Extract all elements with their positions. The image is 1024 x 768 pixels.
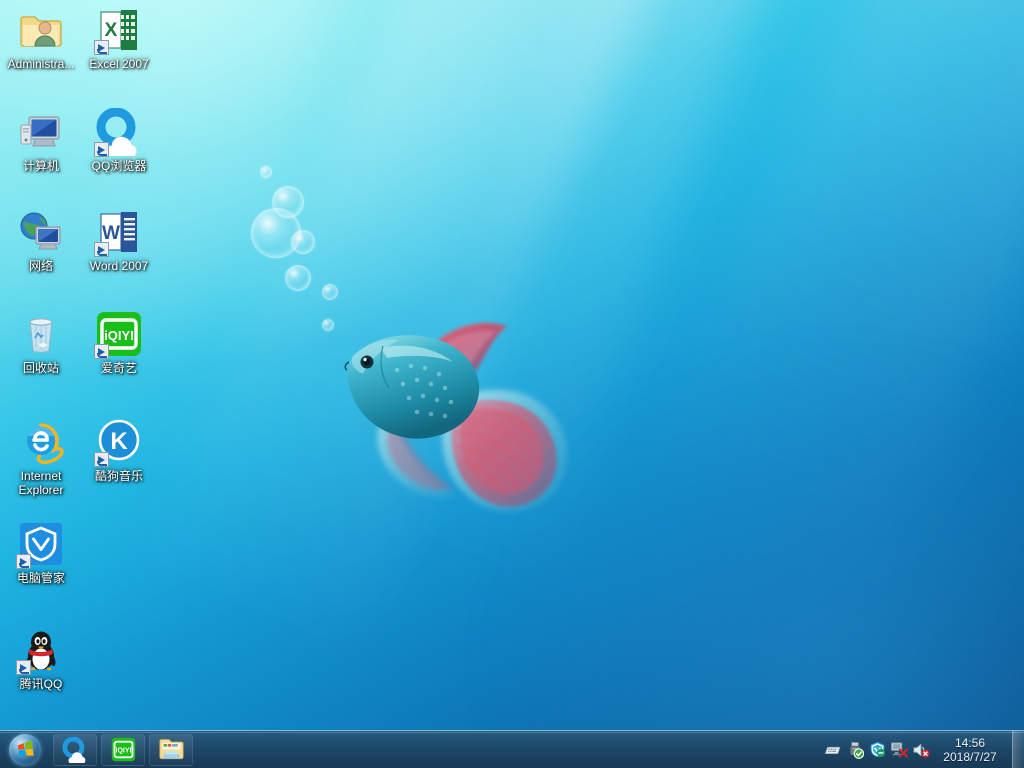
speaker-muted-icon (913, 743, 930, 758)
network-icon (17, 208, 65, 256)
iqiyi-icon: iQIYI (111, 737, 135, 762)
svg-text:X: X (105, 20, 118, 41)
system-tray[interactable]: 14:56 2018/7/27 (822, 730, 1024, 768)
betta-fish-illustration (344, 322, 568, 512)
water-bubble (285, 265, 311, 291)
desktop-icon-pcmanager[interactable]: 电脑管家 (2, 520, 80, 585)
pc-manager-icon (16, 520, 65, 569)
desktop-icon-recyclebin[interactable]: 回收站 (2, 310, 80, 375)
desktop-icon-label: 计算机 (22, 159, 59, 173)
water-bubble (260, 166, 272, 178)
network-disconnected-icon (890, 742, 908, 758)
water-bubble (291, 230, 315, 254)
shortcut-overlay-icon (94, 40, 109, 55)
desktop-icon-excel2007[interactable]: X Excel 2007 (80, 6, 158, 71)
word-icon: W (94, 208, 143, 257)
recycle-bin-icon (17, 310, 65, 358)
desktop-icon-computer[interactable]: 计算机 (2, 108, 80, 173)
user-folder-icon (17, 6, 65, 54)
computer-icon (17, 108, 65, 156)
taskbar-item-explorer[interactable] (149, 733, 193, 766)
svg-text:iQIYI: iQIYI (115, 748, 131, 755)
water-bubble (322, 319, 334, 331)
shield-icon (870, 741, 885, 758)
qq-browser-icon (62, 736, 86, 763)
desktop-icon-administrator[interactable]: Administra... (2, 6, 80, 71)
desktop-icon-iqiyi[interactable]: iQIYI 爱奇艺 (80, 310, 158, 375)
desktop-icon-label: 电脑管家 (16, 571, 65, 585)
windows-start-orb-icon (9, 733, 41, 766)
tray-pc-manager[interactable] (866, 738, 888, 762)
desktop-icon-ie[interactable]: Internet Explorer (2, 418, 80, 497)
internet-explorer-icon (17, 418, 65, 466)
usb-safely-remove-icon (849, 741, 864, 759)
taskbar-item-qqbrowser[interactable] (53, 733, 97, 766)
taskbar-clock[interactable]: 14:56 2018/7/27 (932, 736, 1008, 764)
desktop-icon-label: 腾讯QQ (19, 677, 63, 691)
desktop-icon-network[interactable]: 网络 (2, 208, 80, 273)
qq-browser-icon (94, 107, 143, 158)
desktop-icon-tencentqq[interactable]: 腾讯QQ (2, 626, 80, 691)
desktop-icon-qqbrowser[interactable]: QQ浏览器 (80, 107, 158, 173)
desktop-icon-label: 酷狗音乐 (94, 469, 143, 483)
svg-text:K: K (110, 428, 128, 455)
svg-text:W: W (102, 223, 120, 244)
shortcut-overlay-icon (16, 554, 31, 569)
desktop-icon-label: Word 2007 (89, 259, 149, 273)
desktop[interactable]: Administra... X Excel 2007 计算机 QQ浏览器 网络 … (0, 0, 1024, 768)
desktop-icon-label: 网络 (28, 259, 53, 273)
desktop-icon-label: 回收站 (22, 361, 59, 375)
show-desktop-button[interactable] (1012, 730, 1024, 768)
desktop-icon-label: Administra... (7, 57, 75, 71)
shortcut-overlay-icon (94, 452, 109, 467)
keyboard-icon (824, 746, 841, 754)
desktop-icon-label: QQ浏览器 (91, 159, 147, 173)
desktop-icon-word2007[interactable]: W Word 2007 (80, 208, 158, 273)
tray-network[interactable] (888, 738, 910, 762)
qq-penguin-icon (16, 626, 65, 675)
desktop-icon-kugou[interactable]: K 酷狗音乐 (80, 418, 158, 483)
clock-time: 14:56 (954, 735, 986, 750)
taskbar-item-iqiyi[interactable]: iQIYI (101, 733, 145, 766)
excel-icon: X (94, 6, 143, 55)
shortcut-overlay-icon (94, 142, 109, 157)
kugou-icon: K (94, 418, 143, 467)
tray-usb-safely-remove[interactable] (844, 738, 866, 762)
start-button[interactable] (1, 732, 49, 768)
windows-explorer-icon (158, 739, 184, 760)
tray-input-method[interactable] (822, 738, 844, 762)
tray-volume[interactable] (910, 738, 932, 762)
iqiyi-icon: iQIYI (94, 310, 143, 359)
water-bubble (322, 284, 338, 300)
shortcut-overlay-icon (16, 660, 31, 675)
clock-date: 2018/7/27 (943, 749, 997, 764)
desktop-icon-label: Internet Explorer (18, 469, 64, 497)
shortcut-overlay-icon (94, 344, 109, 359)
shortcut-overlay-icon (94, 242, 109, 257)
taskbar[interactable]: iQIYI 14:56 2018/7/27 (0, 730, 1024, 768)
desktop-icon-label: 爱奇艺 (100, 361, 137, 375)
svg-text:iQIYI: iQIYI (104, 328, 134, 343)
desktop-icon-label: Excel 2007 (89, 57, 149, 71)
